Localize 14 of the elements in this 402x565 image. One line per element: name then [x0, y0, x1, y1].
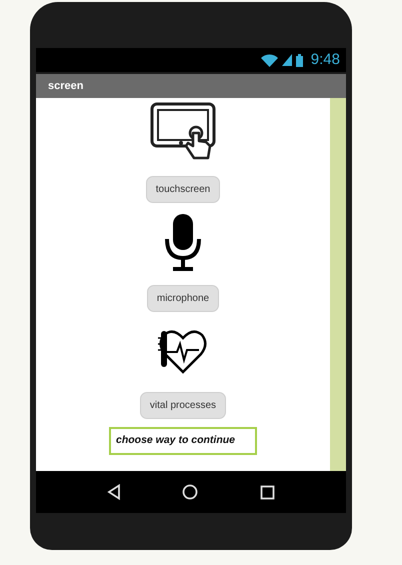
option-button[interactable]: touchscreen	[146, 176, 220, 203]
home-icon	[182, 484, 198, 500]
recents-icon	[260, 484, 276, 500]
signal-icon	[282, 54, 292, 66]
wifi-icon	[260, 54, 278, 66]
status-time: 9:48	[310, 50, 340, 70]
screen-title: screen	[48, 78, 84, 94]
battery-icon	[296, 54, 303, 66]
option-button[interactable]: microphone	[146, 285, 220, 312]
microphone-icon	[164, 213, 202, 273]
touchscreen-icon	[150, 102, 216, 160]
back-icon	[106, 484, 121, 500]
option-button[interactable]: vital processes	[140, 392, 226, 419]
text-box[interactable]: choose way to continue	[109, 427, 257, 455]
